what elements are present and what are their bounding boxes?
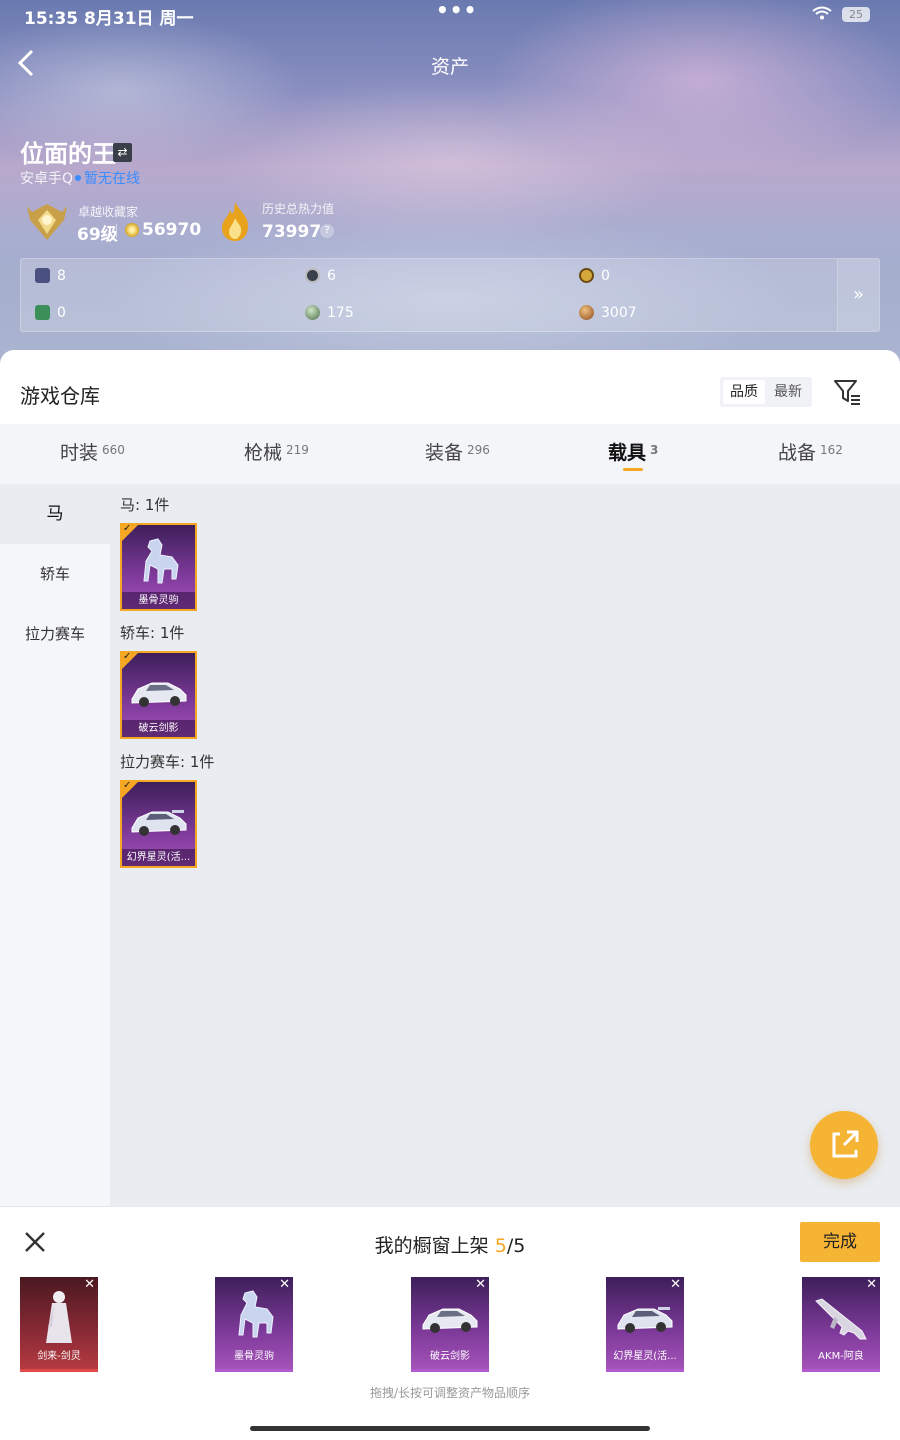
item-card-sedan[interactable]: ✓ 破云剑影 [120,651,197,739]
online-dot-icon [75,175,82,181]
showcase-item[interactable]: ✕ 墨骨灵驹 [215,1277,293,1372]
filter-icon[interactable] [832,378,862,406]
help-icon[interactable]: ? [320,224,334,238]
flame-icon [218,200,252,242]
divider [116,224,117,238]
car-icon [128,663,190,719]
item-name: 破云剑影 [122,720,195,737]
remove-item-icon[interactable]: ✕ [475,1278,486,1292]
showcase-item[interactable]: ✕ 剑来-剑灵 [20,1277,98,1372]
showcase-item[interactable]: ✕ AKM-阿良 [802,1277,880,1372]
reorder-hint: 拖拽/长按可调整资产物品顺序 [369,1386,531,1400]
group-label-horse: 马: 1件 [120,496,170,514]
car-icon [614,1287,676,1347]
bronze-coin-icon [579,305,594,320]
item-card-rally-car[interactable]: ✓ 幻界星灵(活... [120,780,197,868]
character-icon [28,1287,90,1347]
wifi-icon [812,6,832,24]
horse-icon [223,1287,285,1347]
sort-quality-button[interactable]: 品质 [723,380,765,404]
coin-icon [125,223,139,237]
item-name: 幻界星灵(活... [122,849,195,866]
stats-more-button[interactable]: » [837,259,879,331]
collector-label: 卓越收藏家 [78,205,139,219]
active-tab-indicator [623,468,643,471]
share-icon [832,1130,859,1158]
share-button[interactable] [810,1111,878,1179]
car-icon [419,1287,481,1347]
stat-gem: 0 [35,303,66,323]
coin-value: 56970 [142,220,202,240]
tab-equipment[interactable]: 装备 296 [425,438,490,465]
group-label-sedan: 轿车: 1件 [120,624,185,642]
showcase-item[interactable]: ✕ 破云剑影 [411,1277,489,1372]
done-button[interactable]: 完成 [800,1222,880,1262]
remove-item-icon[interactable]: ✕ [84,1278,95,1292]
gold-a-icon [579,268,594,283]
sort-newest-button[interactable]: 最新 [767,380,809,404]
rifle-icon [810,1287,872,1347]
more-dots-icon[interactable]: ••• [436,0,477,22]
stat-badge: 6 [305,266,336,286]
item-name: 剑来-剑灵 [37,1351,81,1362]
collector-badge-icon [24,200,70,244]
car-icon [128,792,190,848]
status-time: 15:35 8月31日 周一 [24,9,194,29]
stat-bronze: 3007 [579,303,637,323]
green-gem-icon [35,305,50,320]
battery-icon: 25 [842,7,870,22]
heat-label: 历史总热力值 [262,202,335,216]
collector-level: 69级 [77,225,118,245]
warehouse-title: 游戏仓库 [20,384,100,408]
horse-icon [128,535,190,591]
profile-name: 位面的王 [20,140,116,168]
group-label-rally-car: 拉力赛车: 1件 [120,753,215,771]
item-name: 幻界星灵(活... [613,1351,677,1362]
heat-value: 73997 [262,222,322,242]
item-name: AKM-阿良 [818,1351,864,1362]
page-title: 资产 [430,56,469,78]
switch-account-icon[interactable]: ⇄ [113,143,132,162]
stat-gold: 0 [579,266,610,286]
profile-platform: 安卓手Q 暂无在线 [20,171,141,187]
home-indicator[interactable] [250,1426,650,1431]
stat-orb: 175 [305,303,354,323]
book-icon [35,268,50,283]
tab-supplies[interactable]: 战备 162 [778,438,843,465]
item-grid [110,484,900,1206]
remove-item-icon[interactable]: ✕ [279,1278,290,1292]
remove-item-icon[interactable]: ✕ [866,1278,877,1292]
sidebar-item-horse[interactable]: 马 [0,484,110,544]
item-name: 墨骨灵驹 [122,592,195,609]
tab-weapons[interactable]: 枪械 219 [244,438,309,465]
item-card-horse[interactable]: ✓ 墨骨灵驹 [120,523,197,611]
status-bar: 15:35 8月31日 周一 ••• 25 [24,0,870,29]
item-name: 破云剑影 [430,1351,470,1362]
badge-s-icon [305,268,320,283]
showcase-item[interactable]: ✕ 幻界星灵(活... [606,1277,684,1372]
tab-vehicles[interactable]: 载具 3 [608,438,658,465]
item-name: 墨骨灵驹 [234,1351,274,1362]
sidebar-item-rally-car[interactable]: 拉力赛车 [0,604,110,664]
sidebar-item-sedan[interactable]: 轿车 [0,544,110,604]
orb-icon [305,305,320,320]
showcase-title: 我的橱窗上架 5/5 [374,1235,526,1257]
tab-fashion[interactable]: 时装 660 [60,438,125,465]
asset-stats-panel: 8 6 0 0 175 3007 » [20,258,880,332]
stat-book: 8 [35,266,66,286]
sort-toggle: 品质 最新 [720,377,812,407]
remove-item-icon[interactable]: ✕ [670,1278,681,1292]
